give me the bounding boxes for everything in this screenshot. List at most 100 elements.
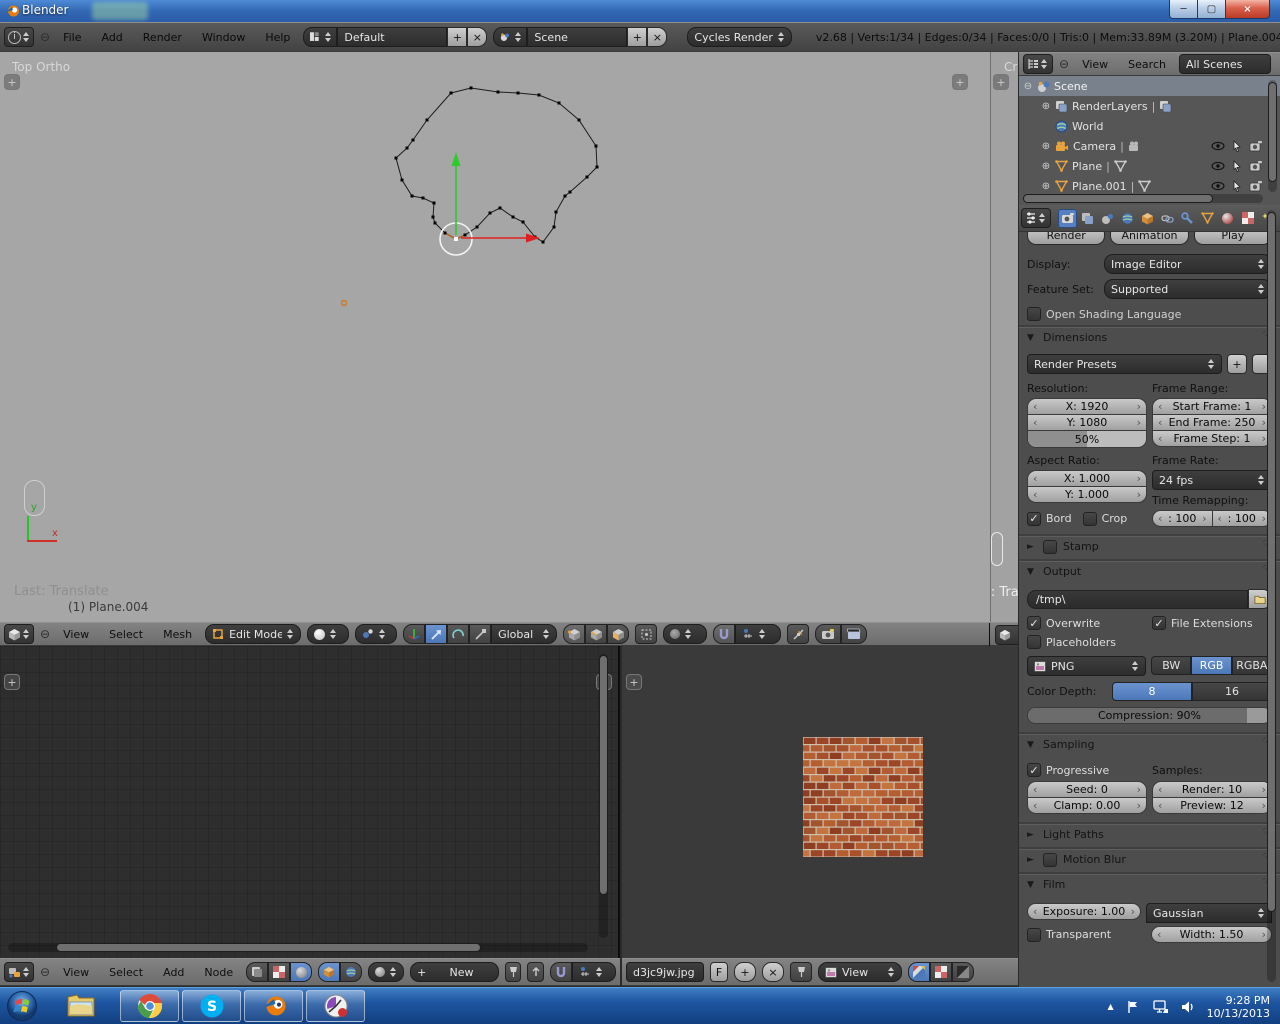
fake-user-button[interactable]: F xyxy=(710,962,728,982)
stamp-checkbox[interactable] xyxy=(1043,539,1057,554)
new-image-button[interactable]: + xyxy=(734,962,756,982)
remap-old-field[interactable]: : 100 xyxy=(1152,510,1213,527)
world-shader-button[interactable] xyxy=(340,962,363,982)
depth-8-toggle[interactable]: 8 xyxy=(1112,682,1192,701)
resolution-percentage-slider[interactable]: 50% xyxy=(1027,431,1147,448)
file-format-select[interactable]: PNG xyxy=(1027,656,1147,676)
progressive-checkbox[interactable]: ✓ xyxy=(1027,763,1041,777)
tab-render[interactable] xyxy=(1058,208,1077,228)
add-scene-button[interactable]: + xyxy=(627,27,648,47)
object-shader-button[interactable] xyxy=(318,962,341,982)
viewport-sliver-region[interactable]: Cr + st: Tra xyxy=(990,52,1018,622)
outliner-row-world[interactable]: World xyxy=(1019,116,1280,136)
node-horizontal-scrollbar[interactable] xyxy=(8,943,588,952)
transparent-checkbox[interactable] xyxy=(1027,927,1041,942)
image-toolbar-expand-button[interactable]: + xyxy=(626,674,642,690)
snap-toggle-button[interactable] xyxy=(713,624,736,644)
compositing-nodes-button[interactable] xyxy=(246,962,269,982)
pivot-point-select[interactable] xyxy=(355,624,398,644)
menu-help[interactable]: Help xyxy=(258,31,297,44)
snap-element-select[interactable] xyxy=(571,962,616,982)
display-select[interactable]: Image Editor xyxy=(1104,254,1272,274)
clamp-field[interactable]: Clamp: 0.00 xyxy=(1027,797,1147,814)
sliver-expand-button[interactable]: + xyxy=(993,74,1009,90)
render-samples-field[interactable]: Render: 10 xyxy=(1152,781,1272,798)
outliner-row-camera[interactable]: ⊕ Camera | xyxy=(1019,136,1280,156)
tray-overflow-arrow-icon[interactable]: ▲ xyxy=(1107,1002,1113,1011)
menu-node[interactable]: Node xyxy=(197,966,240,979)
alpha-channel-button[interactable] xyxy=(930,962,952,982)
resolution-y-field[interactable]: Y: 1080 xyxy=(1027,414,1147,431)
play-button[interactable]: Play xyxy=(1193,232,1272,245)
manipulator-axes-button[interactable] xyxy=(403,624,426,644)
pin-button[interactable] xyxy=(504,962,522,982)
snap-toggle-button[interactable] xyxy=(549,962,572,982)
collapse-icon[interactable]: ⊖ xyxy=(1023,81,1033,92)
limit-selection-visible-button[interactable] xyxy=(635,624,658,644)
menu-mesh[interactable]: Mesh xyxy=(156,628,199,641)
osl-checkbox[interactable] xyxy=(1027,307,1041,321)
file-extensions-checkbox[interactable]: ✓ xyxy=(1152,616,1166,630)
depth-16-toggle[interactable]: 16 xyxy=(1192,682,1272,701)
outliner-vertical-scrollbar[interactable] xyxy=(1268,80,1277,192)
outliner-row-renderlayers[interactable]: ⊕ RenderLayers | xyxy=(1019,96,1280,116)
outliner-filter-select[interactable]: All Scenes xyxy=(1178,54,1271,74)
bw-toggle[interactable]: BW xyxy=(1151,656,1192,675)
collapse-menus-icon[interactable]: ⊖ xyxy=(40,627,50,641)
tab-render-layers[interactable] xyxy=(1078,209,1097,228)
exposure-field[interactable]: Exposure: 1.00 xyxy=(1027,903,1141,920)
editor-type-selector[interactable] xyxy=(1021,208,1051,228)
tab-object[interactable] xyxy=(1138,209,1157,228)
action-center-flag-icon[interactable] xyxy=(1126,1000,1140,1014)
skype-taskbar-button[interactable]: S xyxy=(182,990,241,1022)
menu-window[interactable]: Window xyxy=(195,31,252,44)
selectability-cursor-icon[interactable] xyxy=(1232,140,1242,152)
mode-select[interactable]: Edit Mode xyxy=(205,624,302,644)
collapse-menus-icon[interactable]: ⊖ xyxy=(40,30,50,44)
rgb-toggle[interactable]: RGB xyxy=(1191,656,1232,675)
shader-nodes-button[interactable] xyxy=(290,962,313,982)
blender-taskbar-button[interactable] xyxy=(244,990,303,1022)
frame-rate-select[interactable]: 24 fps xyxy=(1152,470,1272,490)
outliner-horizontal-scrollbar[interactable] xyxy=(1023,194,1263,203)
placeholders-checkbox[interactable] xyxy=(1027,635,1041,649)
animation-button[interactable]: Animation xyxy=(1110,232,1189,245)
image-name-field[interactable]: d3jc9jw.jpg xyxy=(626,962,704,982)
editor-type-selector[interactable] xyxy=(4,624,34,644)
menu-view[interactable]: View xyxy=(56,966,96,979)
aspect-y-field[interactable]: Y: 1.000 xyxy=(1027,486,1147,503)
aspect-x-field[interactable]: X: 1.000 xyxy=(1027,470,1147,487)
start-frame-field[interactable]: Start Frame: 1 xyxy=(1152,398,1272,415)
tab-material[interactable] xyxy=(1218,209,1237,228)
expand-icon[interactable]: ⊕ xyxy=(1041,141,1051,152)
collapse-menus-icon[interactable]: ⊖ xyxy=(1059,57,1069,71)
feature-set-select[interactable]: Supported xyxy=(1104,279,1272,299)
tab-world[interactable] xyxy=(1118,209,1137,228)
menu-file[interactable]: File xyxy=(56,31,88,44)
visibility-eye-icon[interactable] xyxy=(1211,140,1225,152)
visibility-eye-icon[interactable] xyxy=(1211,180,1225,192)
snap-element-select[interactable] xyxy=(735,624,782,644)
menu-render[interactable]: Render xyxy=(136,31,189,44)
properties-vertical-scrollbar[interactable] xyxy=(1267,210,1276,982)
tab-texture[interactable] xyxy=(1238,209,1257,228)
scene-icon-button[interactable] xyxy=(493,27,528,47)
image-view-mode-select[interactable]: View xyxy=(818,962,902,982)
editor-type-selector[interactable]: i xyxy=(4,27,34,47)
screen-layout-name[interactable]: Default xyxy=(337,27,448,47)
selectability-cursor-icon[interactable] xyxy=(1232,160,1242,172)
manipulator-translate-button[interactable] xyxy=(425,624,448,644)
edge-select-button[interactable] xyxy=(585,624,608,644)
outliner-row-scene[interactable]: ⊖ Scene xyxy=(1019,76,1280,96)
go-to-parent-button[interactable] xyxy=(527,962,544,982)
render-still-button[interactable] xyxy=(815,624,842,644)
menu-search[interactable]: Search xyxy=(1121,58,1173,71)
tab-modifiers[interactable] xyxy=(1178,209,1197,228)
seed-field[interactable]: Seed: 0 xyxy=(1027,781,1147,798)
viewport-shading-select[interactable] xyxy=(307,624,350,644)
outliner-row-plane001[interactable]: ⊕ Plane.001 | xyxy=(1019,176,1280,196)
selectability-cursor-icon[interactable] xyxy=(1232,180,1242,192)
panel-light-paths-header[interactable]: ► Light Paths xyxy=(1019,824,1280,844)
pin-button[interactable] xyxy=(790,962,812,982)
crop-checkbox[interactable] xyxy=(1082,511,1097,526)
